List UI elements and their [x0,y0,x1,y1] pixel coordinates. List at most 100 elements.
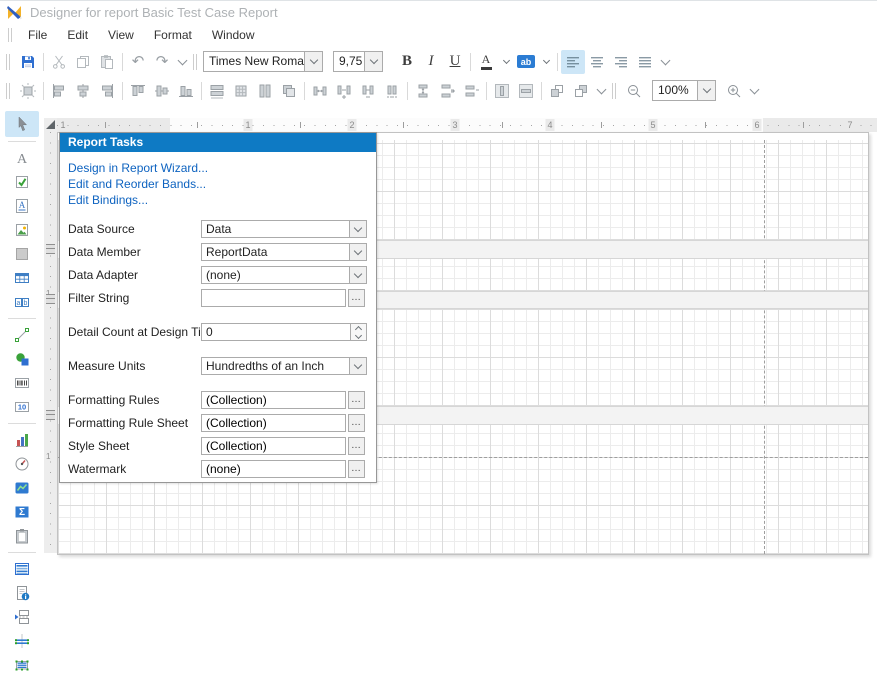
dropdown-button[interactable] [349,358,366,374]
align-tops-button[interactable] [126,79,150,103]
toolbox-picture-box[interactable] [5,218,39,242]
align-center-button[interactable] [585,50,609,74]
ellipsis-button[interactable]: … [348,460,365,478]
zoom-combo[interactable]: 100% [652,80,716,101]
toolbox-sparkline[interactable] [5,476,39,500]
increase-vertical-spacing-button[interactable] [435,79,459,103]
align-middles-button[interactable] [150,79,174,103]
ellipsis-button[interactable]: … [348,437,365,455]
toolbox-chart[interactable] [5,428,39,452]
dropdown-button[interactable] [364,52,382,71]
toolbox-page-break[interactable] [5,605,39,629]
increase-horizontal-spacing-button[interactable] [332,79,356,103]
report-smart-tag[interactable] [44,118,57,132]
font-color-more-button[interactable] [498,50,514,74]
undo-redo-more-button[interactable] [174,50,190,74]
paste-button[interactable] [95,50,119,74]
remove-horizontal-spacing-button[interactable] [380,79,404,103]
toolbox-gauge[interactable] [5,452,39,476]
zoom-out-button[interactable] [622,79,646,103]
menu-view[interactable]: View [98,25,144,45]
toolbar-grip[interactable] [193,54,197,70]
detail-count-spinner[interactable]: 0 [201,323,367,341]
center-horizontally-button[interactable] [490,79,514,103]
bold-button[interactable]: B [395,50,419,74]
horizontal-ruler[interactable]: 1 1 2 3 4 5 6 7 [57,118,877,132]
copy-button[interactable] [71,50,95,74]
toolbox-shape[interactable] [5,347,39,371]
toolbox-check-box[interactable] [5,170,39,194]
font-color-button[interactable]: A [474,50,498,74]
cut-button[interactable] [47,50,71,74]
equal-vertical-spacing-button[interactable] [411,79,435,103]
menu-edit[interactable]: Edit [57,25,98,45]
toolbox-rich-text[interactable]: A [5,194,39,218]
toolbox-table[interactable] [5,266,39,290]
toolbox-document-info[interactable] [5,581,39,605]
save-button[interactable] [16,50,40,74]
align-centers-button[interactable] [71,79,95,103]
make-same-width-button[interactable] [205,79,229,103]
toolbox-cross-band-box[interactable] [5,653,39,677]
toolbox-table-of-contents[interactable] [5,557,39,581]
filter-string-value[interactable] [201,289,346,307]
vertical-ruler[interactable]: 1 1 [44,132,57,553]
dropdown-button[interactable] [349,244,366,260]
align-left-edges-button[interactable] [47,79,71,103]
band-splitter-grip[interactable] [46,244,55,254]
link-design-in-report-wizard[interactable]: Design in Report Wizard... [68,161,208,175]
menu-file[interactable]: File [18,25,57,45]
formatting-rules-editor[interactable]: (Collection) … [201,391,367,409]
toolbox-line[interactable] [5,323,39,347]
link-edit-and-reorder-bands[interactable]: Edit and Reorder Bands... [68,177,206,191]
align-to-grid-button[interactable] [16,79,40,103]
equal-horizontal-spacing-button[interactable] [308,79,332,103]
highlight-more-button[interactable] [538,50,554,74]
ellipsis-button[interactable]: … [348,414,365,432]
spin-up-button[interactable] [351,324,366,332]
spin-down-button[interactable] [351,332,366,340]
order-more-button[interactable] [593,79,609,103]
toolbox-panel[interactable] [5,242,39,266]
band-splitter-grip[interactable] [46,294,55,304]
ellipsis-button[interactable]: … [348,391,365,409]
center-vertically-button[interactable] [514,79,538,103]
menu-window[interactable]: Window [202,25,265,45]
align-right-button[interactable] [609,50,633,74]
link-edit-bindings[interactable]: Edit Bindings... [68,193,148,207]
toolbar-grip[interactable] [6,83,10,99]
underline-button[interactable]: U [443,50,467,74]
font-size-combo[interactable]: 9,75 [333,51,383,72]
toolbox-cross-band-line[interactable] [5,629,39,653]
filter-string-editor[interactable]: … [201,289,367,307]
menu-format[interactable]: Format [144,25,202,45]
align-bottoms-button[interactable] [174,79,198,103]
align-right-edges-button[interactable] [95,79,119,103]
bring-to-front-button[interactable] [545,79,569,103]
band-splitter-grip[interactable] [46,410,55,420]
align-left-button[interactable] [561,50,585,74]
dropdown-button[interactable] [697,81,715,100]
justify-button[interactable] [633,50,657,74]
font-name-combo[interactable]: Times New Roman [203,51,323,72]
measure-units-combo[interactable]: Hundredths of an Inch [201,357,367,375]
decrease-vertical-spacing-button[interactable] [459,79,483,103]
formatting-rule-sheet-editor[interactable]: (Collection) … [201,414,367,432]
ellipsis-button[interactable]: … [348,289,365,307]
toolbox-pointer[interactable] [5,111,39,137]
zoom-in-button[interactable] [722,79,746,103]
size-to-grid-button[interactable] [229,79,253,103]
toolbox-subreport[interactable] [5,524,39,548]
dropdown-button[interactable] [349,267,366,283]
toolbox-pivot-grid[interactable]: Σ [5,500,39,524]
make-same-height-button[interactable] [253,79,277,103]
italic-button[interactable]: I [419,50,443,74]
make-same-size-button[interactable] [277,79,301,103]
data-adapter-combo[interactable]: (none) [201,266,367,284]
toolbar-grip[interactable] [6,54,10,70]
toolbox-page-info[interactable]: 10 [5,395,39,419]
zoom-more-button[interactable] [746,79,762,103]
undo-button[interactable]: ↶ [126,50,150,74]
menubar-grip[interactable] [8,28,12,42]
toolbox-label[interactable]: A [5,146,39,170]
